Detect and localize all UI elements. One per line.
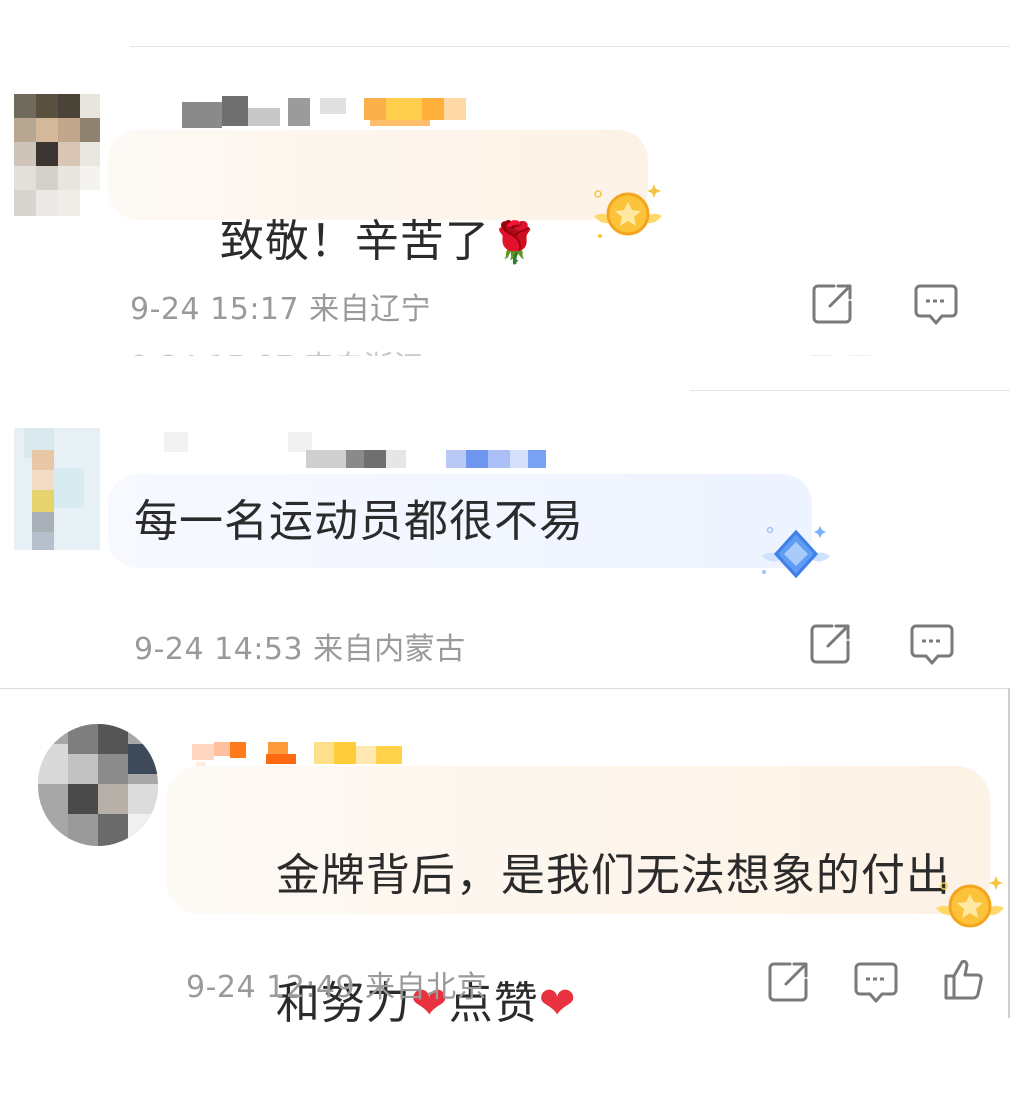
comment-icon[interactable] — [912, 280, 960, 328]
comment-date: 9-24 — [130, 292, 201, 327]
comment-date: 9-24 — [186, 970, 257, 1005]
comment-text-line1: 金牌背后，是我们无法想象的付出 — [275, 850, 951, 901]
clipped-icons-row: ▭ ▭ — [808, 342, 958, 356]
comment-location: 来自辽宁 — [309, 292, 432, 327]
comment-icon[interactable] — [852, 958, 900, 1006]
share-icon[interactable] — [808, 280, 856, 328]
comment-text: 金牌背后，是我们无法想象的付出 和努力❤点赞❤ — [186, 780, 951, 1100]
share-icon[interactable] — [764, 958, 812, 1006]
username[interactable] — [160, 94, 470, 128]
comment-bubble[interactable]: 每一名运动员都很不易 — [108, 474, 812, 568]
username[interactable] — [160, 428, 560, 468]
top-divider — [130, 46, 1010, 47]
comment-text: 每一名运动员都很不易 — [134, 496, 584, 547]
comment-time: 15:17 — [210, 292, 300, 327]
comment-icon[interactable] — [908, 620, 956, 668]
clipped-meta-row: 9-24 15:07 来自浙江 — [130, 342, 490, 356]
thumbs-up-icon[interactable] — [940, 956, 988, 1004]
comment-bubble[interactable]: 金牌背后，是我们无法想象的付出 和努力❤点赞❤ — [166, 766, 990, 1029]
comment-bubble[interactable]: 致敬！辛苦了🌹 — [108, 130, 648, 267]
comment-meta: 9-24 15:17 来自辽宁 — [130, 284, 431, 328]
gold-medal-badge-icon — [594, 184, 662, 238]
comment-location: 来自内蒙古 — [313, 632, 466, 667]
comment-meta: 9-24 12:49 来自北京 — [186, 962, 487, 1006]
avatar[interactable] — [38, 724, 158, 846]
rose-emoji: 🌹 — [489, 220, 541, 266]
comment-time: 14:53 — [214, 632, 304, 667]
comment-date: 9-24 — [134, 632, 205, 667]
avatar[interactable] — [14, 428, 100, 550]
right-edge-line — [1008, 688, 1010, 1018]
gold-medal-badge-icon — [936, 876, 1004, 928]
comment-time: 12:49 — [266, 970, 356, 1005]
section-divider — [0, 688, 1010, 689]
blue-diamond-badge-icon — [762, 526, 830, 579]
section-divider — [690, 390, 1010, 391]
avatar[interactable] — [14, 94, 100, 216]
heart-emoji: ❤ — [538, 978, 577, 1029]
comment-meta: 9-24 14:53 来自内蒙古 — [134, 624, 466, 668]
share-icon[interactable] — [806, 620, 854, 668]
comment-location: 来自北京 — [365, 970, 488, 1005]
